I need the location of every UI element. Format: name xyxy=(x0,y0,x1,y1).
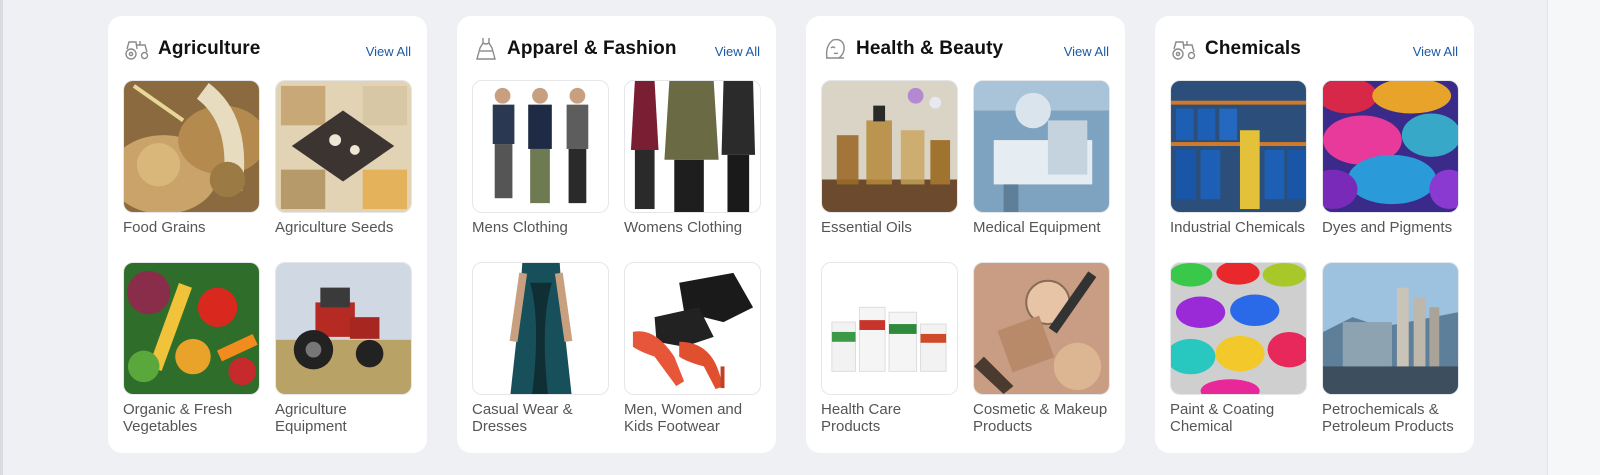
scrollbar-area[interactable] xyxy=(1547,0,1600,475)
item-label: Essential Oils xyxy=(821,219,912,236)
card-header: Health & Beauty View All xyxy=(821,34,1109,64)
agriculture-seeds-image xyxy=(275,80,412,213)
category-card-apparel-fashion: Apparel & Fashion View All Mens Clothing… xyxy=(457,16,776,453)
vegetables-image xyxy=(123,262,260,395)
view-all-link[interactable]: View All xyxy=(366,44,411,59)
category-item-medical-equipment[interactable]: Medical Equipment xyxy=(973,80,1110,262)
category-item-womens-clothing[interactable]: Womens Clothing xyxy=(624,80,761,262)
dress-icon xyxy=(472,35,500,63)
tractor-field-image xyxy=(275,262,412,395)
health-care-products-image xyxy=(821,262,958,395)
category-item-footwear[interactable]: Men, Women and Kids Footwear xyxy=(624,262,761,444)
category-item-cosmetics[interactable]: Cosmetic & Makeup Products xyxy=(973,262,1110,444)
category-card-chemicals: Chemicals View All Industrial Chemicals … xyxy=(1155,16,1474,453)
page-left-border xyxy=(0,0,3,475)
card-title: Health & Beauty xyxy=(856,38,1004,59)
category-card-health-beauty: Health & Beauty View All Essential Oils … xyxy=(806,16,1125,453)
beauty-face-icon xyxy=(821,35,849,63)
item-label: Organic & Fresh Vegetables xyxy=(123,401,233,435)
medical-equipment-image xyxy=(973,80,1110,213)
category-item-industrial-chemicals[interactable]: Industrial Chemicals xyxy=(1170,80,1307,262)
card-header: Apparel & Fashion View All xyxy=(472,34,760,64)
category-item-vegetables[interactable]: Organic & Fresh Vegetables xyxy=(123,262,260,444)
card-title: Chemicals xyxy=(1205,38,1301,59)
category-item-agriculture-equipment[interactable]: Agriculture Equipment xyxy=(275,262,412,444)
card-header: Chemicals View All xyxy=(1170,34,1458,64)
item-label: Food Grains xyxy=(123,219,206,236)
card-title: Agriculture xyxy=(158,38,261,59)
paint-cans-image xyxy=(1170,262,1307,395)
category-item-agriculture-seeds[interactable]: Agriculture Seeds xyxy=(275,80,412,262)
category-item-paint-coating[interactable]: Paint & Coating Chemical xyxy=(1170,262,1307,444)
category-cards: Agriculture View All Food Grains Agricul… xyxy=(108,16,1474,453)
card-header: Agriculture View All xyxy=(123,34,411,64)
refinery-image xyxy=(1322,262,1459,395)
essential-oils-image xyxy=(821,80,958,213)
chemical-drums-image xyxy=(1170,80,1307,213)
item-label: Dyes and Pigments xyxy=(1322,219,1453,236)
item-label: Casual Wear & Dresses xyxy=(472,401,573,435)
category-item-mens-clothing[interactable]: Mens Clothing xyxy=(472,80,609,262)
item-label: Agriculture Equipment xyxy=(275,401,347,435)
card-title: Apparel & Fashion xyxy=(507,38,677,59)
food-grains-image xyxy=(123,80,260,213)
item-label: Agriculture Seeds xyxy=(275,219,394,236)
pigments-image xyxy=(1322,80,1459,213)
view-all-link[interactable]: View All xyxy=(1413,44,1458,59)
category-item-essential-oils[interactable]: Essential Oils xyxy=(821,80,958,262)
view-all-link[interactable]: View All xyxy=(715,44,760,59)
footwear-image xyxy=(624,262,761,395)
category-item-health-care-products[interactable]: Health Care Products xyxy=(821,262,958,444)
item-label: Industrial Chemicals xyxy=(1170,219,1306,236)
category-item-casual-wear-dresses[interactable]: Casual Wear & Dresses xyxy=(472,262,609,444)
view-all-link[interactable]: View All xyxy=(1064,44,1109,59)
mens-clothing-image xyxy=(472,80,609,213)
item-label: Paint & Coating Chemical xyxy=(1170,401,1275,435)
item-label: Health Care Products xyxy=(821,401,902,435)
category-card-agriculture: Agriculture View All Food Grains Agricul… xyxy=(108,16,427,453)
item-label: Medical Equipment xyxy=(973,219,1101,236)
category-item-food-grains[interactable]: Food Grains xyxy=(123,80,260,262)
cosmetics-image xyxy=(973,262,1110,395)
category-item-dyes-pigments[interactable]: Dyes and Pigments xyxy=(1322,80,1459,262)
womens-clothing-image xyxy=(624,80,761,213)
item-label: Petrochemicals & Petroleum Products xyxy=(1322,401,1454,435)
tractor-icon xyxy=(1170,35,1198,63)
item-label: Mens Clothing xyxy=(472,219,568,236)
item-label: Cosmetic & Makeup Products xyxy=(973,401,1108,435)
item-label: Womens Clothing xyxy=(624,219,743,236)
dress-image xyxy=(472,262,609,395)
item-label: Men, Women and Kids Footwear xyxy=(624,401,743,435)
tractor-icon xyxy=(123,35,151,63)
category-item-petrochemicals[interactable]: Petrochemicals & Petroleum Products xyxy=(1322,262,1459,444)
